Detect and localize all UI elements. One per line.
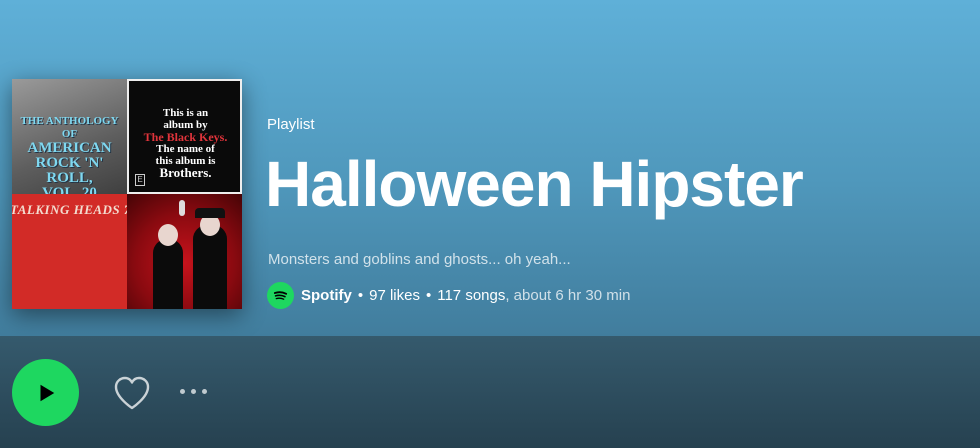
cover-tile-black-keys: This is an album by The Black Keys. The … (127, 79, 242, 194)
owner-link[interactable]: Spotify (301, 287, 352, 304)
cover-tile-talking-heads: TALKING HEADS 77 (12, 194, 127, 309)
more-icon (180, 389, 185, 394)
separator-dot: • (425, 286, 432, 304)
cover-tile-white-stripes (127, 194, 242, 309)
playlist-description: Monsters and goblins and ghosts... oh ye… (268, 251, 571, 268)
heart-icon (114, 376, 150, 410)
label-logo-icon: E (135, 174, 145, 186)
like-button[interactable] (112, 374, 152, 412)
spotify-logo-icon (267, 281, 294, 309)
likes-count: 97 likes (369, 286, 420, 304)
duration: , about 6 hr 30 min (505, 286, 631, 304)
playlist-header: THE ANTHOLOGY OF AMERICAN ROCK 'N' ROLL,… (0, 0, 980, 336)
separator-dot: • (357, 286, 364, 304)
playlist-meta: Spotify • 97 likes • 117 songs, about 6 … (267, 281, 630, 309)
play-icon (40, 384, 54, 401)
songs-count: 117 songs (437, 286, 506, 304)
play-button[interactable] (12, 359, 79, 426)
playlist-cover: THE ANTHOLOGY OF AMERICAN ROCK 'N' ROLL,… (12, 79, 242, 309)
cover-tile-anthology: THE ANTHOLOGY OF AMERICAN ROCK 'N' ROLL,… (12, 79, 127, 194)
playlist-title: Halloween Hipster (265, 148, 804, 220)
more-options-button[interactable] (180, 389, 207, 394)
playlist-type-label: Playlist (267, 116, 315, 133)
